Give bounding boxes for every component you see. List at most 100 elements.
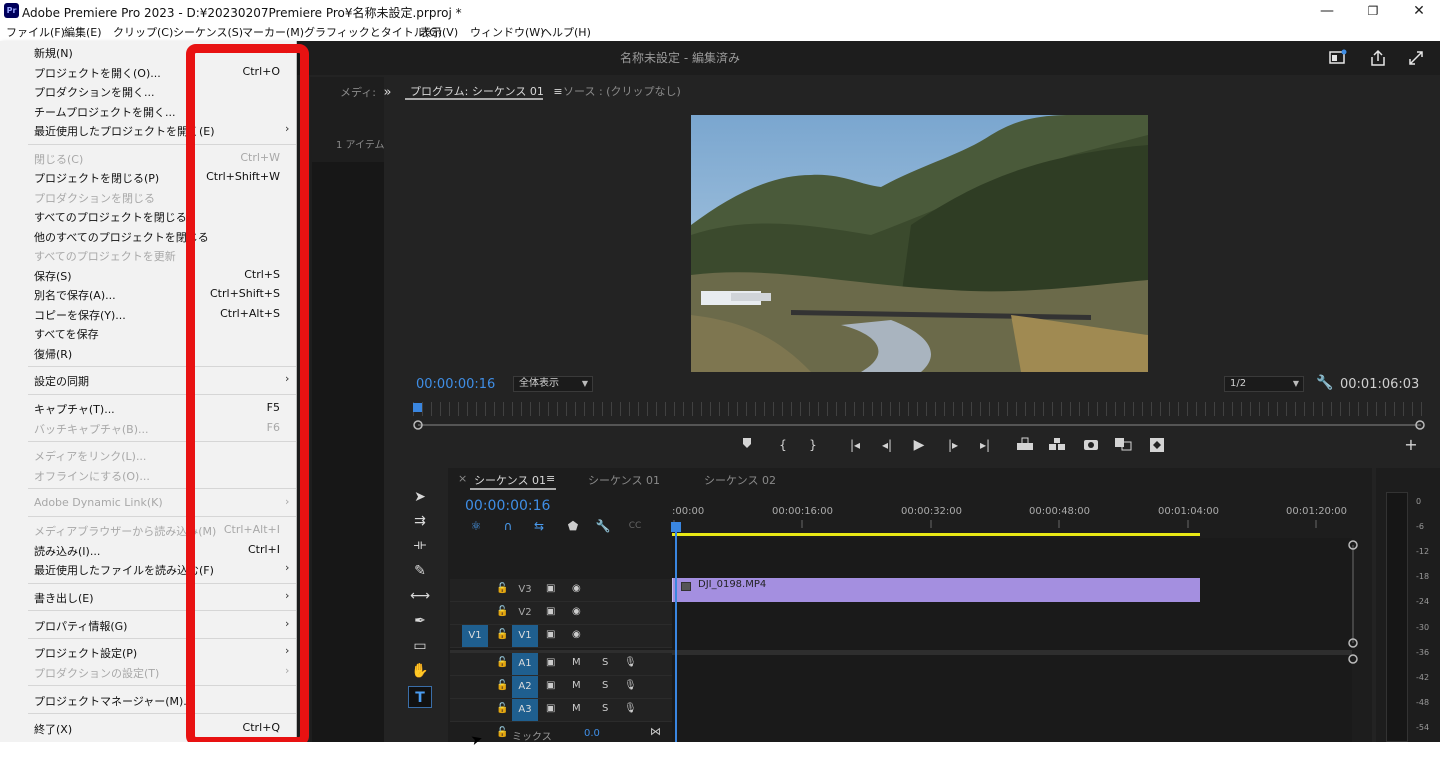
fullscreen-icon[interactable] (1406, 49, 1426, 67)
eye-icon[interactable]: ◉ (572, 583, 581, 594)
menu-item-project-manager[interactable]: プロジェクトマネージャー(M)... (34, 693, 194, 709)
panel-menu-icon[interactable]: ≡ (546, 472, 555, 485)
wrench-icon[interactable]: 🔧 (1316, 375, 1333, 391)
linked-selection-icon[interactable]: ⇆ (530, 518, 548, 534)
mute-button[interactable]: M (572, 657, 581, 668)
extract-icon[interactable] (1046, 437, 1068, 453)
program-timecode[interactable]: 00:00:00:16 (416, 377, 495, 392)
share-icon[interactable] (1368, 49, 1388, 67)
menu-item-exit[interactable]: 終了(X) (34, 721, 72, 737)
hand-tool-icon[interactable]: ✋ (408, 660, 432, 682)
lock-icon[interactable]: 🔓 (496, 680, 508, 691)
monitor-playhead[interactable] (413, 403, 422, 412)
solo-button[interactable]: S (602, 680, 608, 691)
source-patch-v1[interactable]: V1 (462, 625, 488, 647)
mark-out-icon[interactable]: } (802, 437, 824, 453)
menu-item-close-other-projects[interactable]: 他のすべてのプロジェクトを閉じる (34, 229, 209, 245)
menu-item-save-all[interactable]: すべてを保存 (34, 326, 99, 342)
mark-in-icon[interactable]: { (772, 437, 794, 453)
menu-item-close-all-projects[interactable]: すべてのプロジェクトを閉じる (34, 209, 187, 225)
track-name[interactable]: A3 (512, 699, 538, 721)
menu-item-open-production[interactable]: プロダクションを開く... (34, 84, 155, 100)
tab-sequence-01[interactable]: シーケンス 01 (588, 472, 660, 488)
menu-clip[interactable]: クリップ(C) (113, 24, 173, 40)
go-to-in-icon[interactable]: |◂ (844, 437, 866, 453)
nest-icon[interactable]: ⚛ (467, 518, 485, 534)
add-button[interactable]: + (1400, 437, 1422, 453)
minimize-button[interactable]: — (1304, 0, 1350, 22)
lock-icon[interactable]: 🔓 (496, 727, 508, 738)
project-item-list[interactable] (312, 162, 384, 742)
workspace-icon[interactable] (1328, 49, 1348, 67)
microphone-icon[interactable]: 🎙 (624, 703, 637, 714)
menu-marker[interactable]: マーカー(M) (242, 24, 304, 40)
type-tool-icon[interactable]: T (408, 686, 432, 708)
lock-icon[interactable]: 🔓 (496, 657, 508, 668)
razor-tool-icon[interactable]: ✎ (408, 560, 432, 582)
tab-sequence-02[interactable]: シーケンス 02 (704, 472, 776, 488)
microphone-icon[interactable]: 🎙 (624, 680, 637, 691)
menu-item-save-copy[interactable]: コピーを保存(Y)... (34, 307, 126, 323)
microphone-icon[interactable]: 🎙 (624, 657, 637, 668)
track-name[interactable]: V2 (512, 602, 538, 624)
media-browser-tab[interactable]: メディ: (340, 86, 376, 99)
maximize-button[interactable]: ❐ (1350, 0, 1396, 22)
sync-lock-icon[interactable]: ▣ (546, 583, 555, 594)
source-tab[interactable]: ソース : (クリップなし) (563, 83, 681, 99)
menu-file[interactable]: ファイル(F) (6, 24, 65, 40)
sync-lock-icon[interactable]: ▣ (546, 606, 555, 617)
sync-lock-icon[interactable]: ▣ (546, 629, 555, 640)
menu-window[interactable]: ウィンドウ(W) (470, 24, 544, 40)
go-to-edit-icon[interactable]: ⋈ (650, 725, 661, 738)
zoom-scrollbar[interactable] (413, 416, 1426, 430)
go-to-out-icon[interactable]: ▸| (974, 437, 996, 453)
solo-button[interactable]: S (602, 657, 608, 668)
menu-sequence[interactable]: シーケンス(S) (173, 24, 243, 40)
solo-button[interactable]: S (602, 703, 608, 714)
pen-tool-icon[interactable]: ✒ (408, 610, 432, 632)
zoom-dropdown[interactable]: 全体表示 ▼ (513, 376, 593, 392)
track-name[interactable]: V1 (512, 625, 538, 647)
sync-lock-icon[interactable]: ▣ (546, 657, 555, 668)
panel-expand-icon[interactable]: » (383, 85, 391, 100)
menu-item-save[interactable]: 保存(S) (34, 268, 72, 284)
step-back-icon[interactable]: ◂| (876, 437, 898, 453)
add-marker-icon[interactable]: ⬟ (564, 518, 582, 534)
export-frame-icon[interactable] (1080, 437, 1102, 453)
menu-item-export[interactable]: 書き出し(E) (34, 590, 94, 606)
ripple-edit-tool-icon[interactable]: ⟛ (408, 534, 432, 556)
lock-icon[interactable]: 🔓 (496, 629, 508, 640)
menu-edit[interactable]: 編集(E) (64, 24, 102, 40)
step-forward-icon[interactable]: |▸ (942, 437, 964, 453)
timeline-tracks[interactable] (672, 538, 1352, 742)
close-button[interactable]: ✕ (1396, 0, 1440, 22)
comparison-view-icon[interactable] (1112, 437, 1134, 453)
wrench-icon[interactable]: 🔧 (594, 518, 612, 534)
slip-tool-icon[interactable]: ⟷ (408, 585, 432, 607)
mute-button[interactable]: M (572, 703, 581, 714)
program-tab[interactable]: プログラム: シーケンス 01 ≡ (410, 83, 563, 99)
captions-icon[interactable]: CC (626, 518, 644, 534)
track-select-tool-icon[interactable]: ⇉ (408, 510, 432, 532)
track-name[interactable]: V3 (512, 579, 538, 601)
lift-icon[interactable] (1014, 437, 1036, 453)
menu-item-save-as[interactable]: 別名で保存(A)... (34, 287, 116, 303)
resolution-dropdown[interactable]: 1/2 ▼ (1224, 376, 1304, 392)
menu-item-close-project[interactable]: プロジェクトを閉じる(P) (34, 170, 159, 186)
panel-menu-icon[interactable]: ≡ (553, 85, 562, 98)
close-tab-icon[interactable]: × (458, 472, 467, 485)
lock-icon[interactable]: 🔓 (496, 703, 508, 714)
eye-icon[interactable]: ◉ (572, 629, 581, 640)
timeline-playhead[interactable] (675, 523, 677, 742)
menu-item-revert[interactable]: 復帰(R) (34, 346, 72, 362)
vertical-scrollbar[interactable] (1346, 538, 1360, 668)
monitor-time-ruler[interactable] (413, 402, 1426, 416)
menu-item-properties[interactable]: プロパティ情報(G) (34, 618, 127, 634)
track-name[interactable]: A1 (512, 653, 538, 675)
sync-lock-icon[interactable]: ▣ (546, 703, 555, 714)
menu-item-project-settings[interactable]: プロジェクト設定(P) (34, 645, 137, 661)
menu-item-sync-settings[interactable]: 設定の同期 (34, 373, 89, 389)
tab-sequence-01-active[interactable]: シーケンス 01 (474, 472, 546, 488)
timeline-ruler[interactable]: :00:00 00:00:16:00 00:00:32:00 00:00:48:… (672, 506, 1352, 534)
menu-item-import[interactable]: 読み込み(I)... (34, 543, 100, 559)
